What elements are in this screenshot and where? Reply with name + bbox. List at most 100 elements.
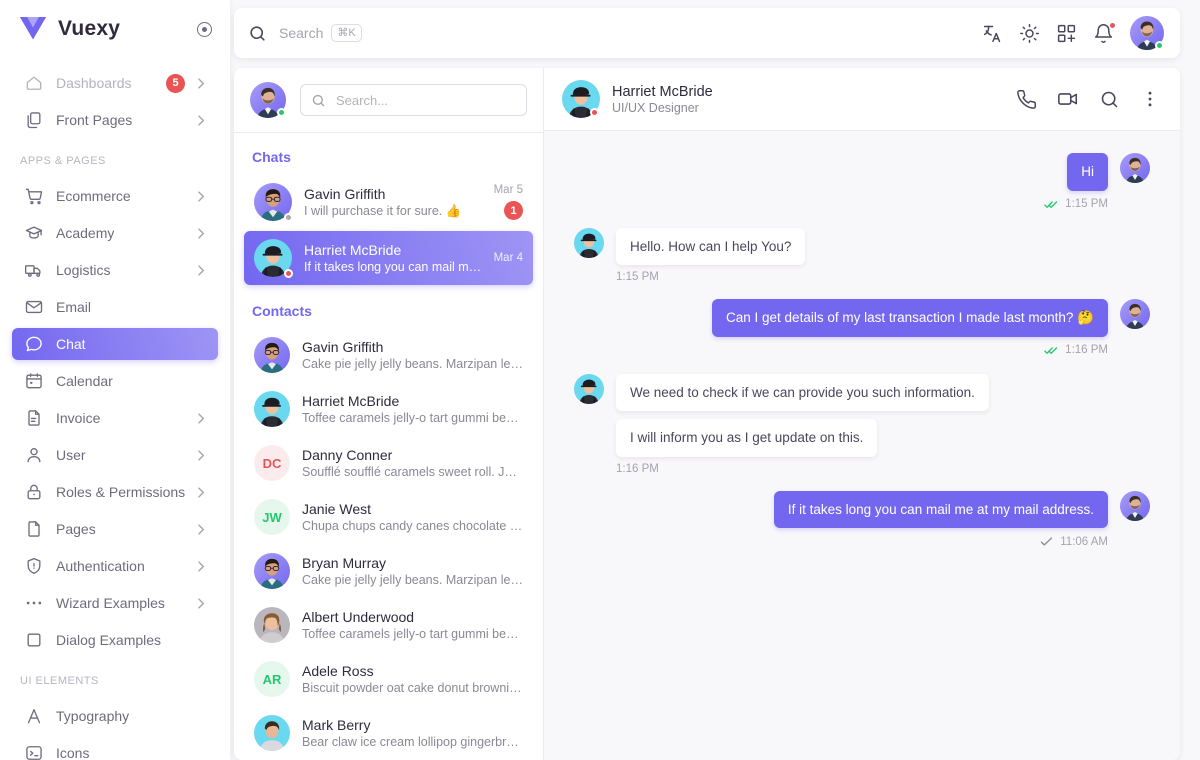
contacts-section-title: Contacts: [252, 303, 312, 319]
message-list[interactable]: Hi 1:15 PM Hello. How can I help You? 1:15 …: [544, 131, 1180, 760]
sidebar-item-label: Typography: [56, 708, 130, 724]
chat-item-time: Mar 5: [493, 184, 523, 196]
conversation-actions: [1016, 88, 1160, 110]
message-bubble: Can I get details of my last transaction…: [712, 299, 1108, 337]
chat-item-preview: I will purchase it for sure. 👍: [304, 203, 462, 218]
avatar[interactable]: [562, 80, 600, 118]
sun-icon[interactable]: [1019, 23, 1040, 44]
message-time-row: 1:15 PM: [1044, 197, 1108, 212]
sidebar-item-academy[interactable]: Academy: [12, 217, 218, 249]
contact-list-item[interactable]: Mark Berry Bear claw ice cream lollipop g…: [244, 707, 533, 759]
status-badge: [277, 108, 286, 117]
sidebar-item-wizard-examples[interactable]: Wizard Examples: [12, 587, 218, 619]
message-time-row: 11:06 AM: [1039, 534, 1108, 549]
translate-icon[interactable]: [982, 23, 1003, 44]
sidebar-item-label: Academy: [56, 225, 115, 241]
search-shortcut-badge: ⌘K: [331, 24, 362, 42]
avatar[interactable]: [1130, 16, 1164, 50]
sidebar-item-invoice[interactable]: Invoice: [12, 402, 218, 434]
page-icon: [24, 519, 44, 539]
calendar-icon: [24, 371, 44, 391]
graduation-cap-icon: [24, 223, 44, 243]
sidebar-item-label: Invoice: [56, 410, 101, 426]
contact-item-name: Danny Conner: [302, 447, 393, 463]
avatar: [254, 553, 290, 589]
sidebar-item-icons[interactable]: Icons: [12, 737, 218, 760]
status-badge: [1155, 41, 1164, 50]
message-bubble: Hi: [1067, 153, 1108, 191]
avatar: [254, 183, 293, 222]
contact-item-name: Bryan Murray: [302, 555, 387, 571]
chat-list-item[interactable]: Gavin Griffith I will purchase it for sur…: [244, 175, 533, 229]
more-vertical-icon[interactable]: [1140, 89, 1160, 109]
phone-icon[interactable]: [1016, 89, 1037, 110]
grid-shortcuts-icon[interactable]: [1056, 23, 1077, 44]
message-timestamp: 1:15 PM: [616, 271, 659, 284]
search-icon[interactable]: [1099, 89, 1120, 110]
chat-contacts-scroll[interactable]: Chats Gavin Griffith I will purchase it f…: [234, 133, 543, 760]
sidebar-item-logistics[interactable]: Logistics: [12, 254, 218, 286]
contact-list-item[interactable]: JW Janie West Chupa chups candy canes choc…: [244, 491, 533, 543]
video-icon[interactable]: [1057, 88, 1079, 110]
conversation-user-role: UI/UX Designer: [612, 100, 699, 115]
conversation-header: Harriet McBride UI/UX Designer: [544, 68, 1180, 131]
chat-search-input[interactable]: Search...: [300, 84, 527, 116]
chat-item-body: Gavin Griffith I will purchase it for sur…: [304, 186, 482, 219]
contact-item-body: Gavin Griffith Cake pie jelly jelly beans…: [302, 339, 523, 371]
circle-dot-icon[interactable]: [194, 19, 214, 39]
contact-list-item[interactable]: AR Adele Ross Biscuit powder oat cake donu…: [244, 653, 533, 705]
sidebar-item-ecommerce[interactable]: Ecommerce: [12, 180, 218, 212]
sidebar-item-user[interactable]: User: [12, 439, 218, 471]
contact-item-preview: Bear claw ice cream lollipop gingerbread…: [302, 735, 523, 749]
contact-list-item[interactable]: Bryan Murray Cake pie jelly jelly beans. …: [244, 545, 533, 597]
chat-list-item[interactable]: Harriet McBride If it takes long you can …: [244, 231, 533, 285]
contact-list-item[interactable]: Harriet McBride Toffee caramels jelly-o t…: [244, 383, 533, 435]
contact-list-item[interactable]: Gavin Griffith Cake pie jelly jelly beans…: [244, 329, 533, 381]
chevron-right-icon: [193, 76, 208, 91]
contact-item-preview: Toffee caramels jelly-o tart gummi bears…: [302, 411, 523, 425]
sidebar-item-label: Wizard Examples: [56, 595, 165, 611]
bell-icon[interactable]: [1093, 21, 1116, 44]
app-root: Vuexy Dashboards 5 Front Pages APPS & PAGES…: [0, 0, 1200, 760]
message-circle-icon: [24, 334, 44, 354]
sidebar-item-email[interactable]: Email: [12, 291, 218, 323]
contact-list-item[interactable]: Albert Underwood Toffee caramels jelly-o …: [244, 599, 533, 651]
sidebar-item-authentication[interactable]: Authentication: [12, 550, 218, 582]
chat-sidebar: Search... Chats Gavin Griffith I will pur…: [234, 68, 544, 760]
sidebar-item-label: Email: [56, 299, 92, 315]
sidebar-item-chat[interactable]: Chat: [12, 328, 218, 360]
conversation-user-info: Harriet McBride UI/UX Designer: [612, 84, 713, 115]
global-search[interactable]: Search ⌘K: [248, 24, 982, 43]
vuexy-logo-icon: [18, 16, 48, 42]
chevron-right-icon: [193, 113, 208, 128]
contact-list-item[interactable]: DC Danny Conner Soufflé soufflé caramels s…: [244, 437, 533, 489]
sidebar-item-dialog-examples[interactable]: Dialog Examples: [12, 624, 218, 656]
avatar-initials: AR: [254, 661, 290, 697]
sidebar-item-front-pages[interactable]: Front Pages: [12, 104, 218, 136]
check-icon: [1039, 534, 1054, 549]
status-badge: [590, 108, 599, 117]
chevron-right-icon: [193, 189, 208, 204]
chevron-right-icon: [193, 596, 208, 611]
contact-item-name: Harriet McBride: [302, 393, 400, 409]
avatar: [1120, 153, 1150, 183]
message-bubble: Hello. How can I help You?: [616, 227, 806, 266]
search-placeholder-text: Search: [279, 25, 324, 41]
current-user-avatar[interactable]: [250, 82, 286, 118]
sidebar-item-roles-permissions[interactable]: Roles & Permissions: [12, 476, 218, 508]
brand-name: Vuexy: [58, 17, 121, 40]
avatar: [574, 373, 604, 404]
sidebar-item-pages[interactable]: Pages: [12, 513, 218, 545]
sidebar-item-dashboards[interactable]: Dashboards 5: [12, 67, 218, 99]
home-icon: [24, 73, 44, 93]
message-bubble: I will inform you as I get update on thi…: [616, 419, 878, 457]
sidebar-item-calendar[interactable]: Calendar: [12, 365, 218, 397]
chevron-right-icon: [193, 559, 208, 574]
avatar: [254, 391, 290, 427]
contact-item-body: Janie West Chupa chups candy canes chocol…: [302, 501, 523, 533]
sidebar-nav: Dashboards 5 Front Pages APPS & PAGES Ecomme…: [0, 58, 230, 760]
typography-icon: [24, 706, 44, 726]
message-time-row: 1:16 PM: [1044, 343, 1108, 358]
message-timestamp: 1:15 PM: [1065, 198, 1108, 211]
sidebar-item-typography[interactable]: Typography: [12, 700, 218, 732]
